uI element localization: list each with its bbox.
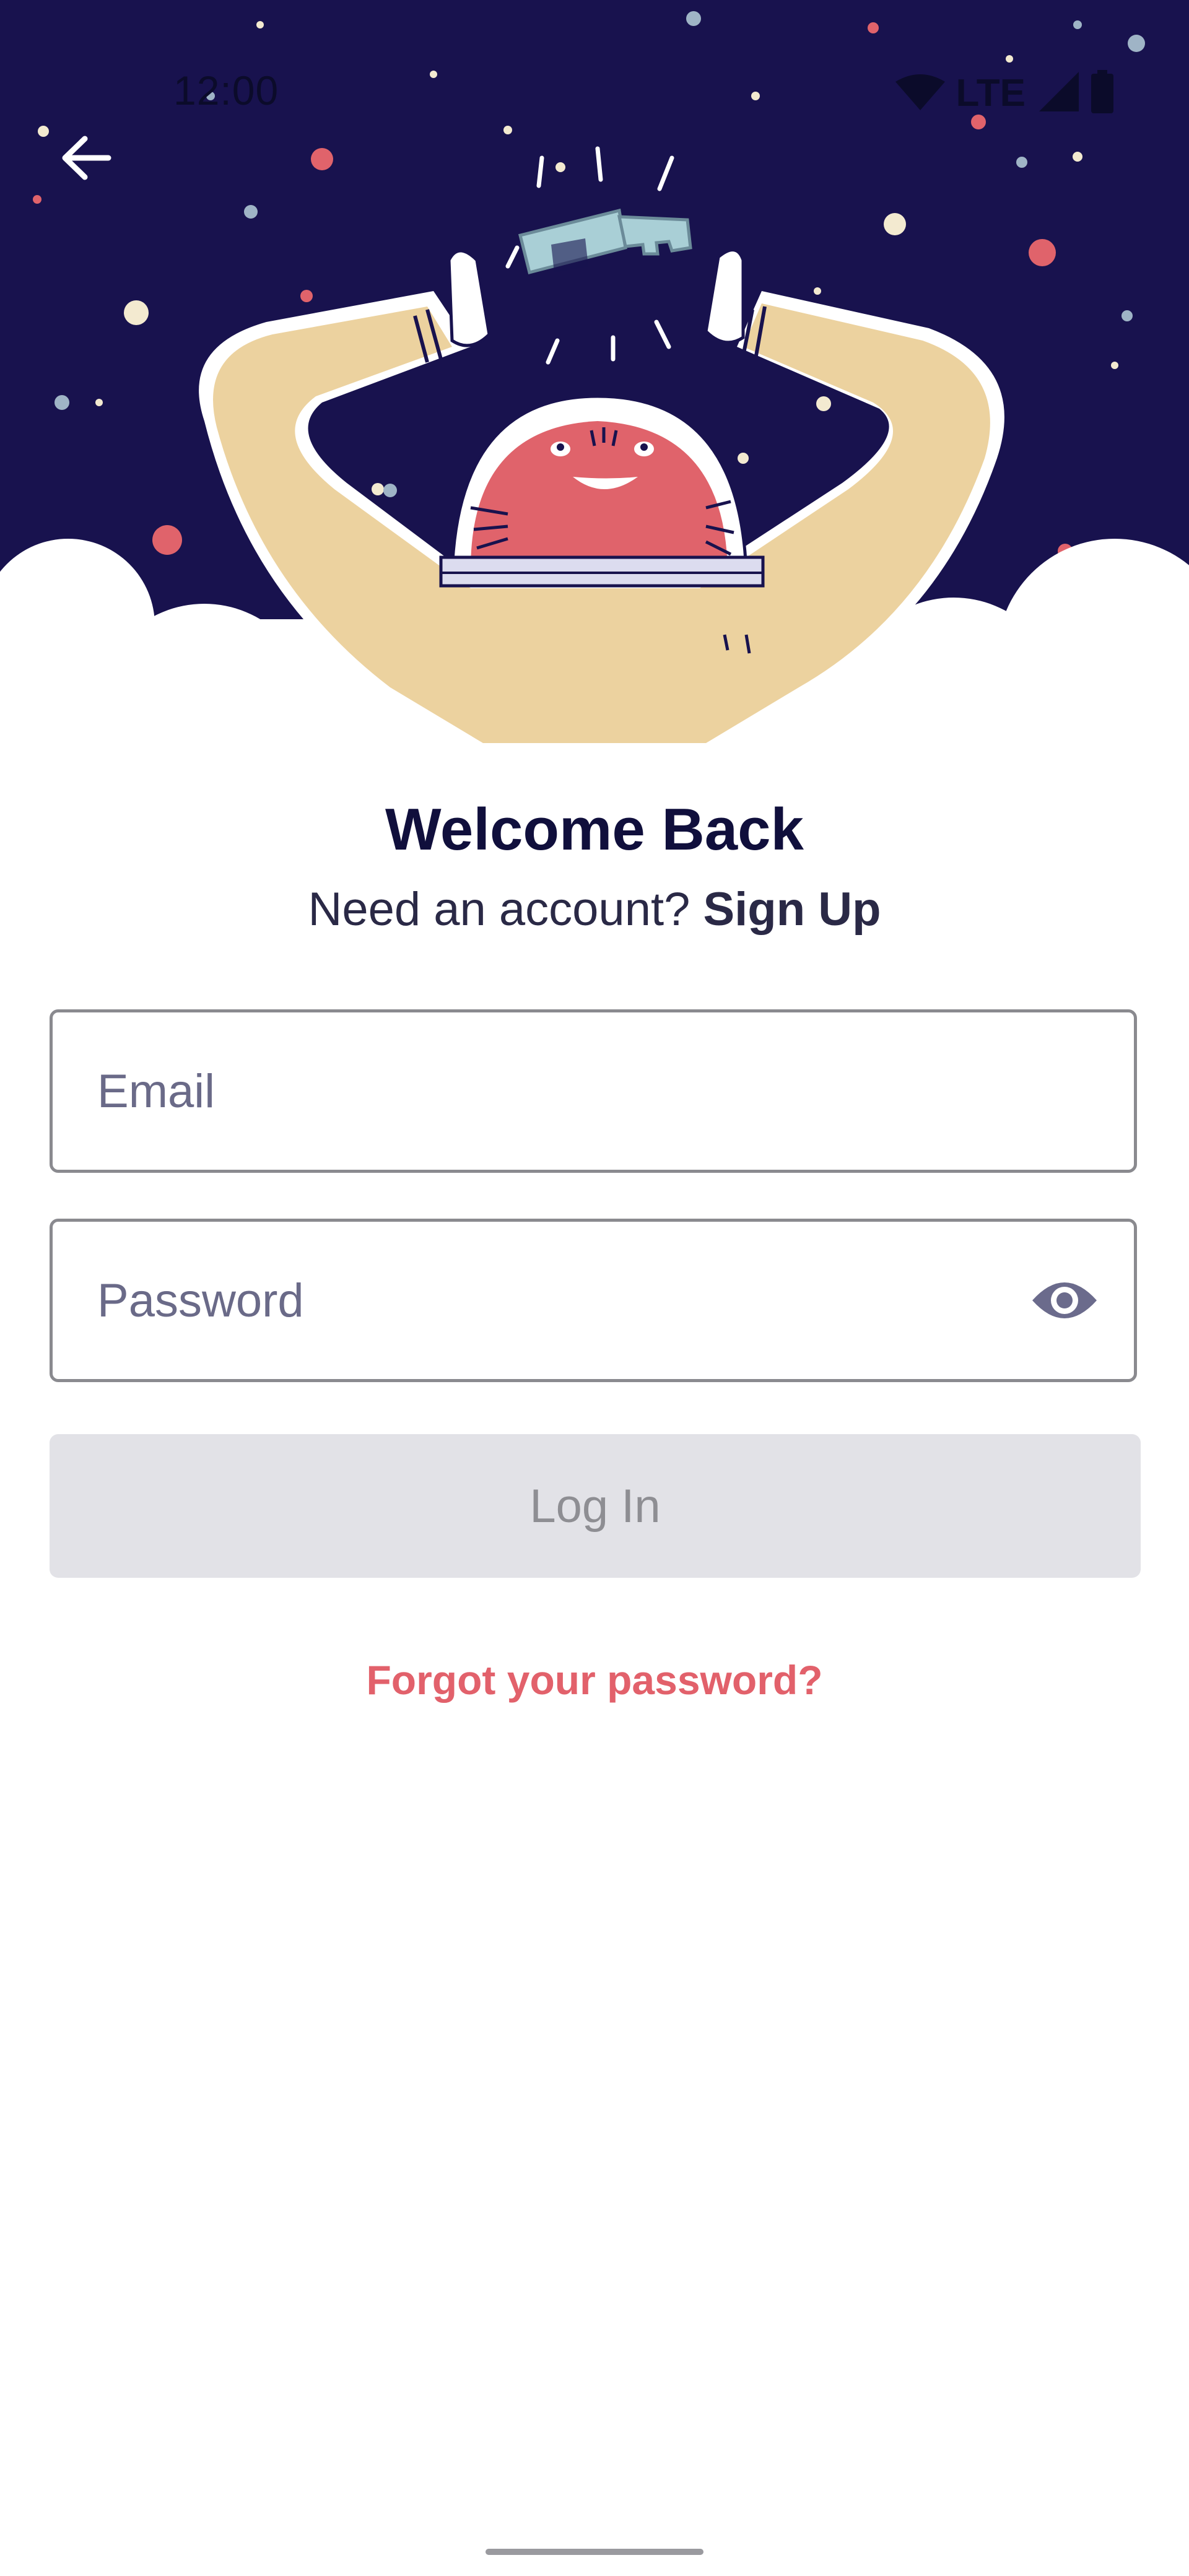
arrow-left-icon xyxy=(62,136,111,180)
password-field[interactable] xyxy=(97,1222,1014,1379)
show-password-toggle[interactable] xyxy=(1027,1266,1102,1334)
eye-icon xyxy=(1032,1282,1097,1318)
email-field-container xyxy=(50,1009,1137,1173)
email-field[interactable] xyxy=(97,1012,1014,1170)
home-indicator[interactable] xyxy=(486,2549,703,2555)
cell-signal-icon xyxy=(1039,71,1079,115)
login-button[interactable]: Log In xyxy=(50,1434,1141,1578)
signup-link[interactable]: Sign Up xyxy=(703,883,881,936)
back-button[interactable] xyxy=(50,121,124,195)
status-time: 12:00 xyxy=(173,67,279,113)
status-icons: LTE xyxy=(895,68,1115,118)
status-bar: 12:00 LTE xyxy=(0,62,1189,124)
signup-prompt: Need an account? xyxy=(308,883,690,936)
battery-icon xyxy=(1090,69,1115,116)
network-type: LTE xyxy=(956,71,1026,115)
forgot-password-link[interactable]: Forgot your password? xyxy=(0,1656,1189,1704)
signup-prompt-line: Need an account? Sign Up xyxy=(0,882,1189,936)
page-title: Welcome Back xyxy=(385,796,804,863)
login-screen: 12:00 LTE Welcome Back Need an account? … xyxy=(0,0,1189,2576)
password-field-container xyxy=(50,1219,1137,1382)
wifi-icon xyxy=(895,73,945,113)
